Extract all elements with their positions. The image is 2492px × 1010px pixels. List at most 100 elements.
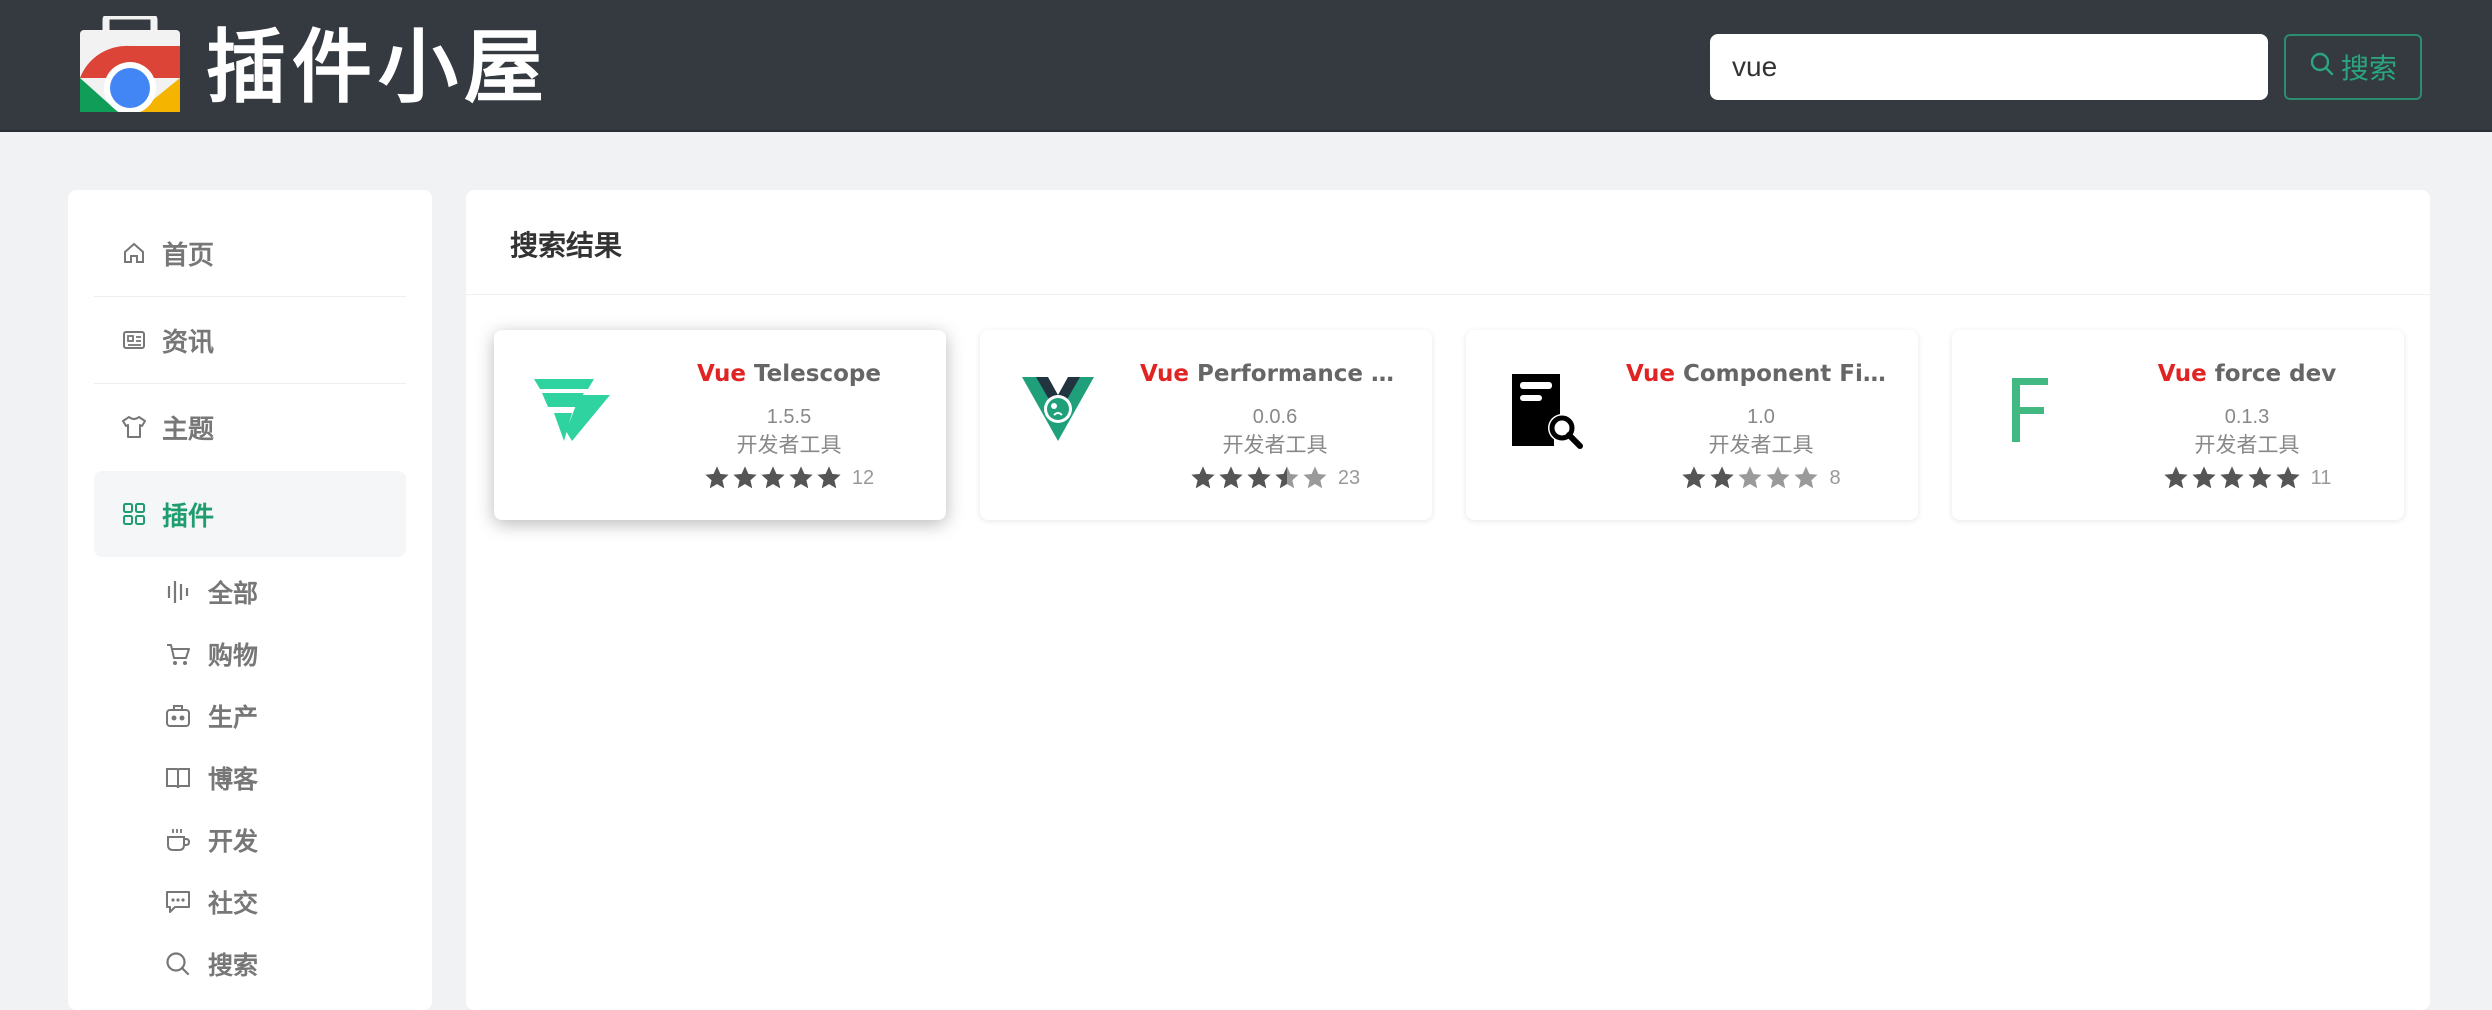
sidebar-item-plugins[interactable]: 插件 [94,471,406,557]
star-empty-icon [1738,466,1762,489]
star-full-icon [705,466,729,489]
plugin-category: 开发者工具 [1222,433,1328,457]
component-finder-logo-icon [1496,362,1592,458]
plugin-card[interactable]: Vue Telescope 1.5.5 开发者工具 12 [494,330,946,520]
rating-count: 12 [851,466,875,489]
letter-f-logo-icon [1982,362,2078,458]
plugin-name-keyword: Vue [697,361,747,387]
sidebar-item-label: 主题 [162,414,215,445]
plugin-info: Vue Component Finder 1.0 开发者工具 8 [1626,358,1896,494]
star-full-icon [2192,466,2216,489]
search-button-label: 搜索 [2340,52,2397,85]
plugin-category: 开发者工具 [736,433,842,457]
plugin-rating: 12 [654,462,924,494]
cart-icon [162,638,194,670]
plugin-name[interactable]: Vue Performance Devt... [1140,358,1410,390]
plugin-info: Vue force dev 0.1.3 开发者工具 11 [2112,358,2382,494]
briefcase-icon [162,700,194,732]
plugin-name[interactable]: Vue Telescope [654,358,924,390]
sidebar-subitem-label: 购物 [208,641,259,670]
star-full-icon [1191,466,1215,489]
sidebar-subitem-label: 搜索 [208,951,259,980]
bars-icon [162,576,194,608]
site-logo-text[interactable]: 插件小屋 [206,18,550,118]
star-full-icon [1710,466,1734,489]
search-button[interactable]: 搜索 [2284,34,2422,100]
book-icon [162,762,194,794]
page-title: 搜索结果 [510,229,623,262]
vue-performance-logo-icon [1010,362,1106,458]
search-input[interactable] [1710,34,2268,100]
star-full-icon [2164,466,2188,489]
sidebar-subitem-shopping[interactable]: 购物 [162,634,258,674]
star-full-icon [2248,466,2272,489]
rating-count: 11 [2310,466,2332,489]
star-empty-icon [1303,466,1327,489]
plugin-name-keyword: Vue [2157,361,2207,387]
sidebar-subitem-label: 社交 [208,889,259,918]
top-header: 插件小屋 搜索 [0,0,2492,132]
plugin-version: 1.5.5 [766,406,812,428]
star-rating [1681,465,1819,491]
search-icon [162,948,194,980]
plugin-rating: 11 [2112,462,2382,494]
sidebar-subitem-search[interactable]: 搜索 [162,944,258,984]
divider [466,294,2430,295]
sidebar-item-label: 插件 [162,501,215,532]
news-icon [120,326,148,354]
plugin-category: 开发者工具 [1708,433,1814,457]
star-empty-icon [1794,466,1818,489]
star-full-icon [2276,466,2300,489]
vue-telescope-logo-icon [524,362,620,458]
plugin-name-keyword: Vue [1626,361,1675,387]
sidebar-item-themes[interactable]: 主题 [94,384,406,470]
sidebar-subitem-all[interactable]: 全部 [162,572,258,612]
star-rating [704,465,842,491]
star-full-icon [817,466,841,489]
star-full-icon [789,466,813,489]
star-full-icon [733,466,757,489]
sidebar-subitem-label: 开发 [208,827,259,856]
sidebar-subitem-label: 博客 [208,765,259,794]
plugin-info: Vue Telescope 1.5.5 开发者工具 12 [654,358,924,494]
plugin-card[interactable]: Vue force dev 0.1.3 开发者工具 11 [1952,330,2404,520]
plugin-rating: 8 [1626,462,1896,494]
plugin-version: 0.1.3 [2224,406,2270,428]
sidebar-item-label: 首页 [162,240,215,271]
plugin-name-rest: Component Finder [1682,361,1896,387]
star-full-icon [1219,466,1243,489]
sidebar-subitem-blog[interactable]: 博客 [162,758,258,798]
plugin-name[interactable]: Vue force dev [2112,358,2382,390]
star-empty-icon [1766,466,1790,489]
sidebar-subitem-label: 生产 [208,703,259,732]
plugin-name[interactable]: Vue Component Finder [1626,358,1896,390]
star-half-icon [1275,466,1299,489]
star-full-icon [761,466,785,489]
shirt-icon [120,413,148,441]
coffee-icon [162,824,194,856]
plugin-name-rest: Performance Devt... [1196,361,1410,387]
plugin-card[interactable]: Vue Performance Devt... 0.0.6 开发者工具 23 [980,330,1432,520]
sidebar-subitem-social[interactable]: 社交 [162,882,258,922]
star-rating [2163,465,2301,491]
grid-icon [120,500,148,528]
plugin-card[interactable]: Vue Component Finder 1.0 开发者工具 8 [1466,330,1918,520]
chrome-store-logo-icon[interactable] [78,12,182,114]
chat-icon [162,886,194,918]
sidebar-item-home[interactable]: 首页 [94,210,406,296]
sidebar: 首页 资讯 主题 插件 全部 购物 生产 博客 开发 社交 搜索 [68,190,432,1010]
sidebar-subitem-label: 全部 [208,579,259,608]
plugin-rating: 23 [1140,462,1410,494]
plugin-name-rest: force dev [2214,361,2337,387]
star-full-icon [1682,466,1706,489]
sidebar-subitem-production[interactable]: 生产 [162,696,258,736]
plugin-version: 0.0.6 [1252,406,1298,428]
sidebar-subitem-dev[interactable]: 开发 [162,820,258,860]
home-icon [120,239,148,267]
star-full-icon [2220,466,2244,489]
sidebar-item-label: 资讯 [162,327,215,358]
star-full-icon [1247,466,1271,489]
search-icon [2309,51,2335,84]
rating-count: 8 [1829,466,1841,489]
sidebar-item-news[interactable]: 资讯 [94,297,406,383]
